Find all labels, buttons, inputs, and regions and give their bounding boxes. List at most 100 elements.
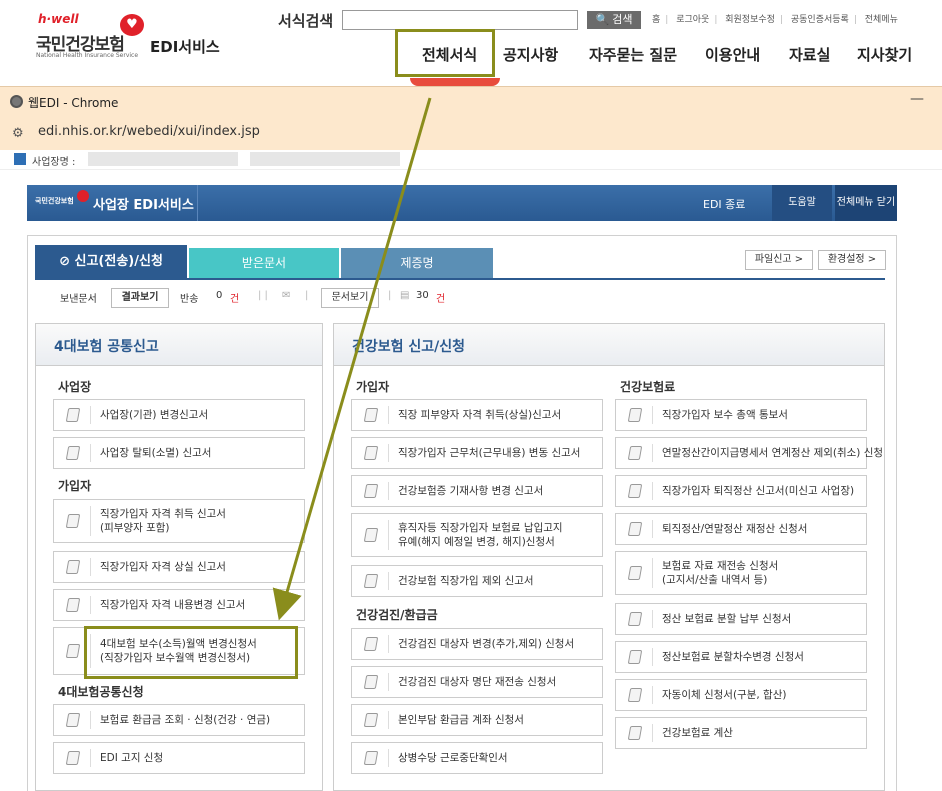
form-item-button[interactable]: 건강검진 대상자 명단 재전송 신청서 [351,666,603,698]
document-icon [65,644,81,658]
group-title-premium: 건강보험료 [620,380,676,394]
form-item-label: 건강보험료 계산 [662,726,733,739]
logo-hwell-text: h·well [38,12,79,26]
form-item-button[interactable]: 정산 보험료 분할 납부 신청서 [615,603,867,635]
form-search-input[interactable] [342,10,578,30]
form-item-button[interactable]: 보험료 환급금 조회 · 신청(건강 · 연금) [53,704,305,736]
document-icon [363,484,379,498]
form-item-button[interactable]: 사업장 탈퇴(소멸) 신고서 [53,437,305,469]
group-title-subscriber: 가입자 [356,380,390,394]
divider: | | [258,290,268,301]
divider [90,444,91,462]
nav-guide[interactable]: 이용안내 [705,44,760,65]
form-item-button[interactable]: 본인부담 환급금 계좌 신청서 [351,704,603,736]
util-link-logout[interactable]: 로그아웃 [676,15,709,25]
tab-received-documents[interactable]: 받은문서 [189,248,339,278]
document-icon [627,688,643,702]
business-icon [14,153,26,165]
document-icon [65,560,81,574]
logo-en-text: National Health Insurance Service [36,52,139,59]
form-item-button[interactable]: 퇴직정산/연말정산 재정산 신청서 [615,513,867,545]
divider [388,673,389,691]
close-all-menu-button[interactable]: 전체메뉴 닫기 [835,185,897,221]
document-icon [627,650,643,664]
nav-faq[interactable]: 자주묻는 질문 [589,44,677,65]
tab-underline [35,278,885,280]
divider [388,444,389,462]
form-item-button[interactable]: 건강보험 직장가입 제외 신고서 [351,565,603,597]
document-icon [363,528,379,542]
file-report-button[interactable]: 파일신고 > [745,250,813,270]
form-item-button[interactable]: 사업장(기관) 변경신고서 [53,399,305,431]
form-item-button[interactable]: 자동이체 신청서(구분, 합산) [615,679,867,711]
form-item-button[interactable]: 건강보험료 계산 [615,717,867,749]
doc-unit: 건 [436,294,446,305]
form-search-button[interactable]: 🔍 검색 [587,11,641,29]
business-name-label: 사업장명 : [32,157,76,168]
app-title: 사업장 EDI서비스 [93,198,194,213]
form-search-label: 서식검색 [278,12,334,30]
form-item-label: 휴직자등 직장가입자 보험료 납입고지 유예(해지 예정일 변경, 해지)신청서 [398,521,563,548]
form-item-button[interactable]: 정산보험료 분할차수변경 신청서 [615,641,867,673]
form-item-label: 정산 보험료 분할 납부 신청서 [662,612,792,625]
util-link-all-menu[interactable]: 전체메뉴 [865,15,898,25]
view-documents-button[interactable]: 문서보기 [321,288,379,308]
form-item-label: 직장가입자 자격 취득 신고서 (피부양자 포함) [100,507,226,534]
form-item-label: 직장가입자 퇴직정산 신고서(미신고 사업장) [662,484,855,497]
form-item-label: 사업장 탈퇴(소멸) 신고서 [100,446,212,459]
nav-notices[interactable]: 공지사항 [503,44,558,65]
settings-button[interactable]: 환경설정 > [818,250,886,270]
search-button-label: 검색 [612,14,633,26]
form-item-button[interactable]: 건강보험증 기재사항 변경 신고서 [351,475,603,507]
form-item-button[interactable]: 직장가입자 자격 상실 신고서 [53,551,305,583]
nav-resources[interactable]: 자료실 [789,44,830,65]
divider [388,482,389,500]
document-icon [363,637,379,651]
divider [90,596,91,614]
chrome-titlebar: 웹EDI - Chrome — [0,86,942,116]
nhis-logo[interactable]: h·well ♥ 국민건강보험 National Health Insuranc… [32,12,152,62]
form-item-label: 직장가입자 보수 총액 통보서 [662,408,788,421]
divider [388,711,389,729]
form-item-label: 보험료 자료 재전송 신청서 (고지서/산출 내역서 등) [662,559,779,586]
group-title-subscriber: 가입자 [58,479,92,493]
nav-branch-finder[interactable]: 지사찾기 [857,44,912,65]
tab-report-submission[interactable]: ⊘ 신고(전송)/신청 [35,245,187,278]
document-icon [363,574,379,588]
util-link-member-edit[interactable]: 회원정보수정 [725,15,775,25]
edi-app-bar: 국민건강보험 사업장 EDI서비스 EDI 종료 도움말 전체메뉴 닫기 [27,185,897,221]
util-link-cert-register[interactable]: 공동인증서등록 [791,15,849,25]
form-item-button[interactable]: 상병수당 근로중단확인서 [351,742,603,774]
return-count: 0 [216,290,223,301]
doc-count: 30 [416,290,429,301]
help-button[interactable]: 도움말 [772,185,832,221]
form-item-button[interactable]: EDI 고지 신청 [53,742,305,774]
chrome-window-title: 웹EDI - Chrome [28,96,119,110]
form-item-label: 사업장(기관) 변경신고서 [100,408,209,421]
form-item-button[interactable]: 직장가입자 근무처(근무내용) 변동 신고서 [351,437,603,469]
form-item-button[interactable]: 직장 피부양자 자격 취득(상실)신고서 [351,399,603,431]
url-text[interactable]: edi.nhis.or.kr/webedi/xui/index.jsp [38,124,260,139]
document-icon [65,713,81,727]
form-item-button[interactable]: 연말정산간이지급명세서 연계정산 제외(취소) 신청 [615,437,883,469]
app-logo: 국민건강보험 [35,197,74,205]
form-item-button[interactable]: 휴직자등 직장가입자 보험료 납입고지 유예(해지 예정일 변경, 해지)신청서 [351,513,603,557]
form-item-button[interactable]: 직장가입자 퇴직정산 신고서(미신고 사업장) [615,475,867,507]
form-item-button[interactable]: 직장가입자 보수 총액 통보서 [615,399,867,431]
form-item-button[interactable]: 직장가입자 자격 취득 신고서 (피부양자 포함) [53,499,305,543]
view-results-button[interactable]: 결과보기 [111,288,169,308]
edi-exit-button[interactable]: EDI 종료 [703,196,745,212]
form-item-button[interactable]: 건강검진 대상자 변경(추가,제외) 신청서 [351,628,603,660]
site-info-icon[interactable]: ⚙ [12,126,24,141]
minimize-button[interactable]: — [910,91,924,107]
section-header: 4대보험 공통신고 [36,324,322,366]
divider [652,724,653,742]
form-item-button[interactable]: 보험료 자료 재전송 신청서 (고지서/산출 내역서 등) [615,551,867,595]
util-link-home[interactable]: 홈 [652,15,660,25]
document-icon [363,675,379,689]
chrome-addressbar: ⚙ edi.nhis.or.kr/webedi/xui/index.jsp [0,116,942,150]
form-item-button[interactable]: 직장가입자 자격 내용변경 신고서 [53,589,305,621]
divider [388,749,389,767]
tab-certificate[interactable]: 제증명 [341,248,493,278]
item-highlight-box [84,626,298,679]
